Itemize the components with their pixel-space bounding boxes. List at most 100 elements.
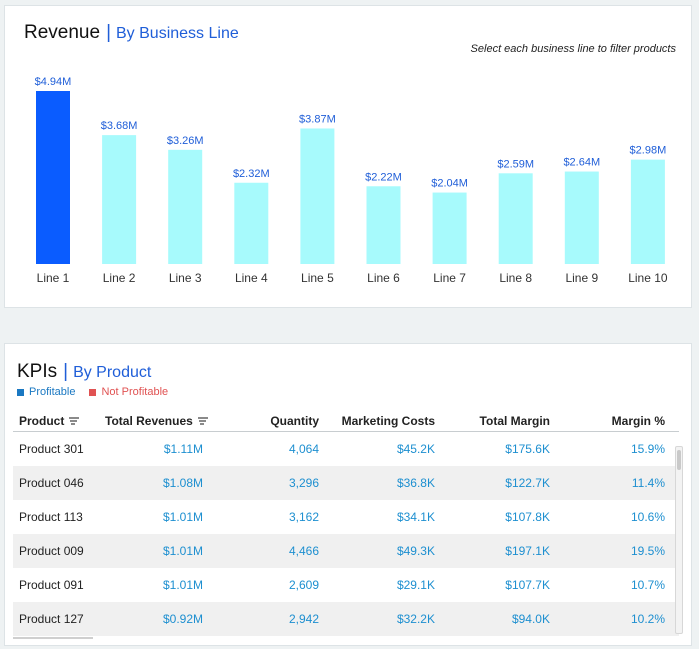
category-label[interactable]: Line 9 bbox=[565, 271, 598, 285]
bar-line-1[interactable] bbox=[36, 91, 70, 264]
table-row[interactable]: Product 127 $0.92M 2,942 $32.2K $94.0K 10.2% bbox=[13, 602, 679, 636]
cell-quantity: 2,942 bbox=[288, 612, 319, 626]
bar-line-9[interactable] bbox=[564, 171, 599, 264]
column-label: Total Revenues bbox=[105, 413, 193, 428]
bar-line-7[interactable] bbox=[432, 192, 467, 264]
kpi-table: Product Total Revenues Quantity Marketin… bbox=[13, 410, 679, 637]
cell-product: Product 091 bbox=[19, 578, 84, 592]
category-label[interactable]: Line 1 bbox=[37, 271, 70, 285]
cell-total-margin: $94.0K bbox=[511, 612, 550, 626]
bar-line-3[interactable] bbox=[168, 149, 203, 264]
legend-item-profitable[interactable]: Profitable bbox=[17, 386, 75, 398]
cell-margin-pct: 10.2% bbox=[630, 612, 665, 626]
kpi-subtitle: By Product bbox=[73, 364, 152, 381]
kpi-title: KPIs bbox=[17, 361, 58, 382]
table-header: Product Total Revenues Quantity Marketin… bbox=[13, 410, 679, 432]
cell-total-margin: $175.6K bbox=[505, 442, 550, 456]
table-body: Product 301 $1.11M 4,064 $45.2K $175.6K 15.9%… bbox=[13, 432, 679, 637]
table-row[interactable]: Product 113 $1.01M 3,162 $34.1K $107.8K 10.6% bbox=[13, 500, 679, 534]
kpi-card: KPIs | By Product Profitable Not Profita… bbox=[4, 343, 692, 646]
vertical-scrollbar[interactable] bbox=[675, 446, 683, 634]
bar-line-2[interactable] bbox=[102, 135, 137, 264]
bar-value-label: $2.32M bbox=[233, 168, 270, 180]
column-header-quantity[interactable]: Quantity bbox=[209, 414, 325, 428]
column-header-total-revenues[interactable]: Total Revenues bbox=[97, 414, 209, 428]
revenue-bar-chart: $4.94M Line 1 $3.68M Line 2 $3.26M Line 3 $2.3… bbox=[35, 76, 668, 285]
cell-marketing-costs: $32.2K bbox=[396, 612, 435, 626]
category-label[interactable]: Line 5 bbox=[301, 271, 334, 285]
bar-line-10[interactable] bbox=[630, 159, 665, 264]
bar-line-6[interactable] bbox=[366, 186, 401, 264]
column-header-total-margin[interactable]: Total Margin bbox=[441, 414, 556, 428]
bar-value-label: $3.68M bbox=[101, 120, 138, 132]
cell-marketing-costs: $49.3K bbox=[396, 544, 435, 558]
legend-item-not-profitable[interactable]: Not Profitable bbox=[89, 386, 168, 398]
cell-total-revenues: $1.01M bbox=[162, 510, 203, 524]
legend-label: Not Profitable bbox=[101, 386, 169, 398]
bar-value-label: $2.98M bbox=[630, 145, 667, 157]
bar-line-8[interactable] bbox=[498, 173, 533, 264]
category-label[interactable]: Line 2 bbox=[103, 271, 136, 285]
cell-total-revenues: $0.92M bbox=[162, 612, 203, 626]
cell-marketing-costs: $45.2K bbox=[396, 442, 435, 456]
cell-quantity: 4,064 bbox=[288, 442, 319, 456]
profit-legend: Profitable Not Profitable bbox=[17, 386, 168, 398]
category-label[interactable]: Line 6 bbox=[367, 271, 400, 285]
horizontal-scrollbar[interactable] bbox=[13, 637, 93, 639]
legend-label: Profitable bbox=[29, 386, 76, 398]
cell-product: Product 009 bbox=[19, 544, 84, 558]
bar-value-label: $2.59M bbox=[497, 158, 534, 170]
cell-quantity: 2,609 bbox=[288, 578, 319, 592]
column-header-marketing-costs[interactable]: Marketing Costs bbox=[325, 414, 441, 428]
cell-marketing-costs: $29.1K bbox=[396, 578, 435, 592]
cell-margin-pct: 15.9% bbox=[630, 442, 665, 456]
cell-quantity: 3,296 bbox=[288, 476, 319, 490]
cell-marketing-costs: $36.8K bbox=[396, 476, 435, 490]
cell-total-revenues: $1.01M bbox=[162, 544, 203, 558]
cell-marketing-costs: $34.1K bbox=[396, 510, 435, 524]
cell-product: Product 127 bbox=[19, 612, 84, 626]
cell-total-margin: $107.7K bbox=[505, 578, 550, 592]
bar-value-label: $2.22M bbox=[365, 171, 402, 183]
cell-product: Product 113 bbox=[19, 510, 83, 524]
cell-total-revenues: $1.08M bbox=[162, 476, 203, 490]
scrollbar-thumb[interactable] bbox=[677, 450, 681, 470]
category-label[interactable]: Line 10 bbox=[628, 271, 668, 285]
title-separator: | bbox=[63, 361, 69, 382]
category-label[interactable]: Line 7 bbox=[433, 271, 466, 285]
cell-margin-pct: 10.7% bbox=[630, 578, 665, 592]
cell-total-margin: $197.1K bbox=[505, 544, 550, 558]
cell-margin-pct: 19.5% bbox=[630, 544, 665, 558]
cell-total-margin: $122.7K bbox=[505, 476, 550, 490]
bar-value-label: $2.64M bbox=[563, 157, 600, 169]
category-label[interactable]: Line 8 bbox=[499, 271, 532, 285]
bar-value-label: $3.26M bbox=[167, 135, 204, 147]
sort-icon[interactable] bbox=[197, 417, 208, 425]
cell-margin-pct: 10.6% bbox=[630, 510, 665, 524]
category-label[interactable]: Line 4 bbox=[235, 271, 268, 285]
legend-swatch bbox=[89, 388, 97, 396]
legend-swatch bbox=[17, 388, 24, 396]
cell-quantity: 4,466 bbox=[288, 544, 319, 558]
table-row[interactable]: Product 046 $1.08M 3,296 $36.8K $122.7K 11.4% bbox=[13, 466, 679, 500]
column-header-margin-pct[interactable]: Margin % bbox=[556, 414, 671, 428]
bar-line-5[interactable] bbox=[300, 128, 335, 264]
column-label: Product bbox=[19, 413, 65, 428]
cell-quantity: 3,162 bbox=[288, 510, 319, 524]
bar-line-4[interactable] bbox=[234, 182, 269, 264]
cell-product: Product 301 bbox=[19, 442, 84, 456]
table-row[interactable]: Product 009 $1.01M 4,466 $49.3K $197.1K 19.5% bbox=[13, 534, 679, 568]
cell-margin-pct: 11.4% bbox=[631, 476, 665, 490]
bar-value-label: $3.87M bbox=[299, 113, 336, 125]
table-row[interactable]: Product 301 $1.11M 4,064 $45.2K $175.6K 15.9% bbox=[13, 432, 679, 466]
category-label[interactable]: Line 3 bbox=[169, 271, 202, 285]
cell-total-revenues: $1.11M bbox=[163, 442, 203, 456]
cell-total-revenues: $1.01M bbox=[162, 578, 203, 592]
cell-product: Product 046 bbox=[19, 476, 84, 490]
bar-value-label: $4.94M bbox=[35, 76, 72, 88]
table-row[interactable]: Product 091 $1.01M 2,609 $29.1K $107.7K 10.7% bbox=[13, 568, 679, 602]
cell-total-margin: $107.8K bbox=[505, 510, 550, 524]
bar-value-label: $2.04M bbox=[431, 178, 468, 190]
sort-icon[interactable] bbox=[69, 417, 80, 425]
column-header-product[interactable]: Product bbox=[13, 414, 97, 428]
